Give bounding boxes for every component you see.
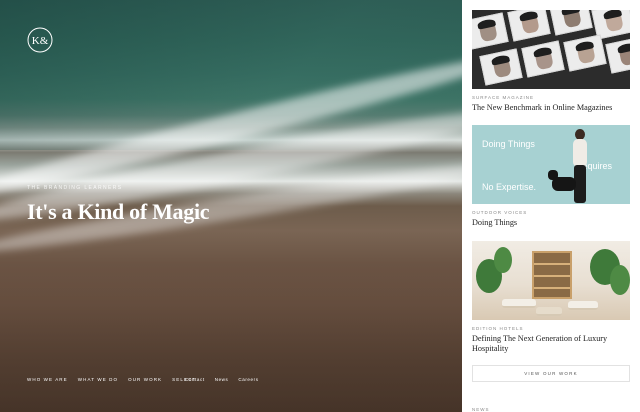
bookshelf [532, 251, 572, 299]
ad-line: No Expertise. [482, 182, 537, 192]
card-kicker: SURFACE MAGAZINE [472, 95, 535, 100]
magazine-image[interactable] [472, 10, 630, 89]
nav-who-we-are[interactable]: WHO WE ARE [27, 377, 68, 382]
shelf-row [534, 263, 570, 265]
nav-what-we-do[interactable]: WHAT WE DO [78, 377, 118, 382]
sofa [568, 301, 598, 310]
nav-our-work[interactable]: OUR WORK [128, 377, 162, 382]
card-title[interactable]: The New Benchmark in Online Magazines [472, 103, 630, 113]
card-kicker: EDITION HOTELS [472, 326, 524, 331]
logo-text: K& [32, 35, 49, 47]
sand-texture [0, 260, 462, 412]
work-sidebar: SURFACE MAGAZINE The New Benchmark in On… [462, 0, 640, 412]
ad-line: Doing Things [482, 139, 535, 149]
news-label: NEWS [472, 407, 490, 412]
plant [610, 265, 630, 295]
shelf-row [534, 275, 570, 277]
hotel-lobby-image[interactable] [472, 241, 630, 320]
plant [494, 247, 512, 273]
outdoor-voices-image[interactable]: Doing Things Requires No Expertise. [472, 125, 630, 204]
logo-icon[interactable]: K& [27, 27, 53, 53]
nav-news[interactable]: News [215, 377, 229, 382]
sofa [502, 299, 536, 308]
nav-careers[interactable]: Careers [238, 377, 258, 382]
card-kicker: OUTDOOR VOICES [472, 210, 528, 215]
primary-nav: WHO WE ARE WHAT WE DO OUR WORK SELECT [27, 377, 196, 382]
hero-section: K& THE BRANDING LEARNERS It's a Kind of … [0, 0, 462, 412]
hero-headline: It's a Kind of Magic [27, 199, 210, 224]
secondary-nav: Contact News Careers [185, 377, 259, 382]
hero-eyebrow: THE BRANDING LEARNERS [27, 185, 123, 191]
nav-contact[interactable]: Contact [185, 377, 205, 382]
card-title[interactable]: Doing Things [472, 218, 630, 228]
card-title[interactable]: Defining The Next Generation of Luxury H… [472, 334, 630, 354]
view-our-work-button[interactable]: VIEW OUR WORK [472, 365, 630, 382]
person-figure [573, 139, 587, 167]
dog-figure [552, 177, 576, 191]
sofa [536, 307, 562, 316]
shelf-row [534, 287, 570, 289]
